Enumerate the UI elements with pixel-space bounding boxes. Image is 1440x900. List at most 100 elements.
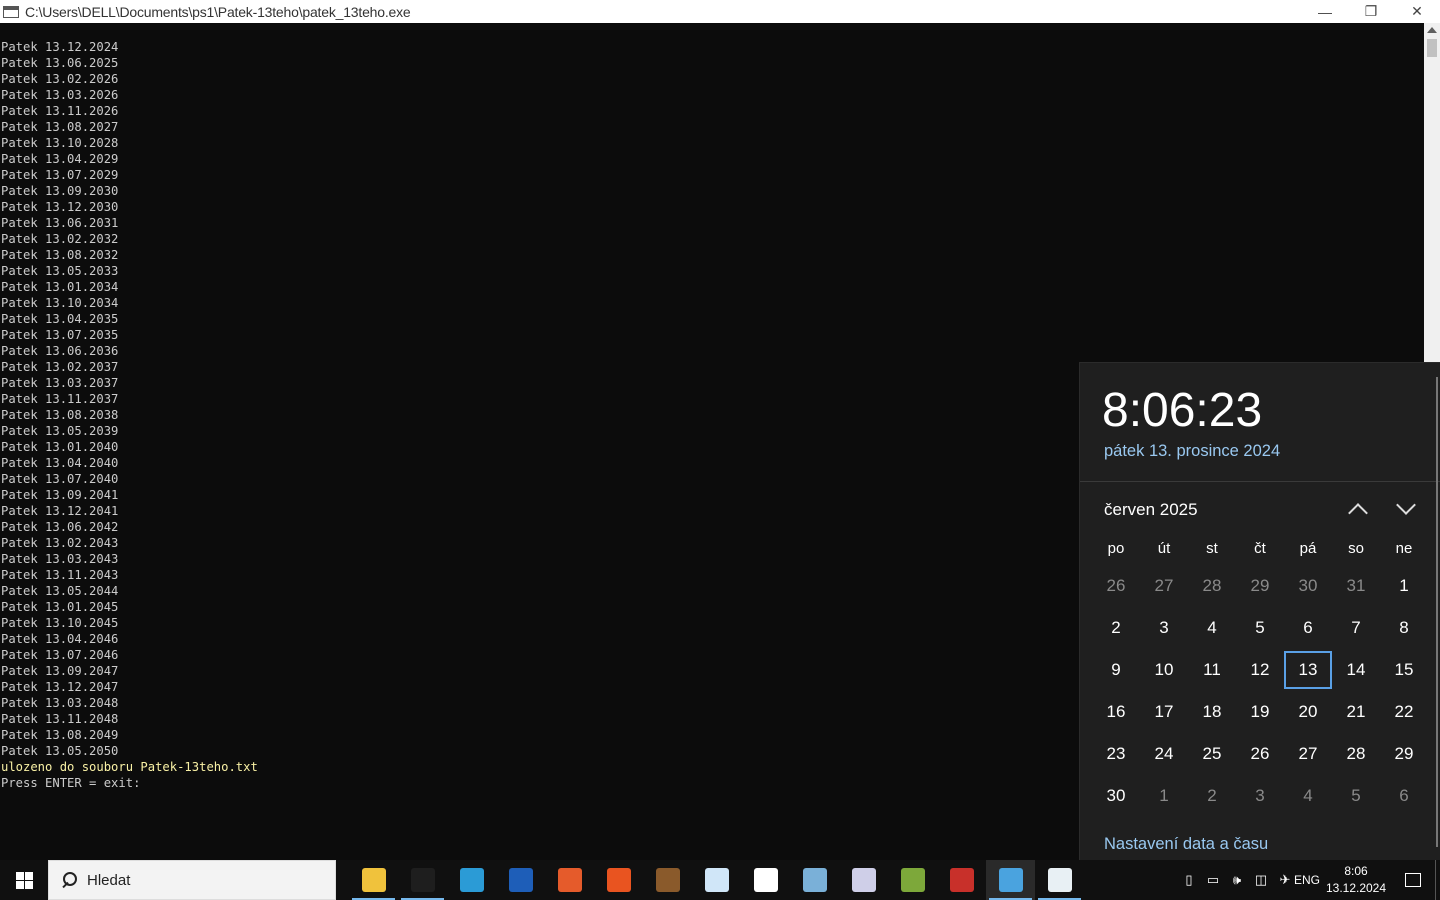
- console-line: Patek 13.02.2032: [1, 232, 119, 246]
- calendar-day[interactable]: 30: [1092, 777, 1140, 815]
- calendar-day[interactable]: 2: [1188, 777, 1236, 815]
- calendar-day[interactable]: 5: [1236, 609, 1284, 647]
- calendar-day[interactable]: 6: [1380, 777, 1428, 815]
- taskbar-app-button[interactable]: [496, 860, 545, 900]
- calendar-day[interactable]: 28: [1332, 735, 1380, 773]
- calendar-day[interactable]: 16: [1092, 693, 1140, 731]
- save-disk-icon: [508, 868, 533, 892]
- red-app-icon: [949, 868, 974, 892]
- next-month-chevron-down-icon[interactable]: [1394, 499, 1418, 519]
- calendar-day[interactable]: 30: [1284, 567, 1332, 605]
- console-line: Patek 13.10.2034: [1, 296, 119, 310]
- show-desktop-button[interactable]: [1435, 860, 1440, 900]
- console-line: Patek 13.07.2029: [1, 168, 119, 182]
- cloud-drive-icon: [704, 868, 729, 892]
- calendar-day[interactable]: 27: [1140, 567, 1188, 605]
- calendar-day[interactable]: 20: [1284, 693, 1332, 731]
- flyout-clock: 8:06:23: [1102, 384, 1263, 437]
- calendar-day[interactable]: 1: [1140, 777, 1188, 815]
- calendar-day[interactable]: 12: [1236, 651, 1284, 689]
- calendar-month-title[interactable]: červen 2025: [1104, 500, 1198, 520]
- close-button[interactable]: ✕: [1394, 0, 1440, 23]
- weekday-label: pá: [1299, 540, 1317, 557]
- taskbar-app-button[interactable]: [741, 860, 790, 900]
- console-line: Patek 13.04.2035: [1, 312, 119, 326]
- action-center-notification-icon[interactable]: [1391, 860, 1435, 900]
- volume-icon[interactable]: 🕪: [1225, 860, 1249, 900]
- flyout-date-link[interactable]: pátek 13. prosince 2024: [1104, 442, 1280, 461]
- calendar-day[interactable]: 17: [1140, 693, 1188, 731]
- calendar-day[interactable]: 4: [1188, 609, 1236, 647]
- taskbar-app-button[interactable]: [986, 860, 1035, 900]
- calendar-day[interactable]: 5: [1332, 777, 1380, 815]
- calendar-week-row: 26 27 28 29 30 31 1: [1092, 565, 1428, 607]
- console-line: Patek 13.08.2027: [1, 120, 119, 134]
- taskbar-app-button[interactable]: [839, 860, 888, 900]
- taskbar-app-button[interactable]: [545, 860, 594, 900]
- flyout-scrollbar[interactable]: [1436, 377, 1438, 847]
- calendar-day[interactable]: 4: [1284, 777, 1332, 815]
- calendar-day[interactable]: 1: [1380, 567, 1428, 605]
- calendar-day[interactable]: 27: [1284, 735, 1332, 773]
- calendar-day[interactable]: 19: [1236, 693, 1284, 731]
- calendar-day[interactable]: 23: [1092, 735, 1140, 773]
- taskbar-app-button[interactable]: [643, 860, 692, 900]
- taskbar-app-button[interactable]: [447, 860, 496, 900]
- battery-icon[interactable]: ▭: [1201, 860, 1225, 900]
- calendar-day[interactable]: 26: [1236, 735, 1284, 773]
- taskbar-app-button[interactable]: [398, 860, 447, 900]
- calendar-day[interactable]: 28: [1188, 567, 1236, 605]
- calendar-day[interactable]: 24: [1140, 735, 1188, 773]
- taskbar-clock[interactable]: 8:06 13.12.2024: [1321, 863, 1391, 897]
- calendar-day[interactable]: 3: [1236, 777, 1284, 815]
- maximize-button[interactable]: ❐: [1348, 0, 1394, 23]
- calendar-day[interactable]: 26: [1092, 567, 1140, 605]
- calendar-day[interactable]: 14: [1332, 651, 1380, 689]
- calendar-day[interactable]: 7: [1332, 609, 1380, 647]
- console-line: Patek 13.06.2025: [1, 56, 119, 70]
- window-title: C:\Users\DELL\Documents\ps1\Patek-13teho…: [25, 3, 411, 20]
- calendar-day[interactable]: 25: [1188, 735, 1236, 773]
- calendar-day[interactable]: 15: [1380, 651, 1428, 689]
- date-time-settings-link[interactable]: Nastavení data a času: [1104, 835, 1268, 854]
- taskbar-app-button[interactable]: [888, 860, 937, 900]
- taskbar-app-button[interactable]: [594, 860, 643, 900]
- start-button[interactable]: [0, 860, 48, 900]
- calendar-day[interactable]: 10: [1140, 651, 1188, 689]
- calendar-day[interactable]: 29: [1236, 567, 1284, 605]
- taskbar-app-button[interactable]: [349, 860, 398, 900]
- console-app-icon: [3, 5, 19, 18]
- taskbar-app-button[interactable]: [692, 860, 741, 900]
- calendar-day[interactable]: 3: [1140, 609, 1188, 647]
- taskbar-search-box[interactable]: Hledat: [48, 860, 336, 900]
- calendar-day[interactable]: 8: [1380, 609, 1428, 647]
- console-line: Patek 13.10.2028: [1, 136, 119, 150]
- usb-device-icon[interactable]: ▯: [1177, 860, 1201, 900]
- console-window-icon: [1047, 868, 1072, 892]
- calendar-day[interactable]: 21: [1332, 693, 1380, 731]
- calendar-day[interactable]: 2: [1092, 609, 1140, 647]
- console-line: Patek 13.09.2030: [1, 184, 119, 198]
- console-line: Patek 13.03.2026: [1, 88, 119, 102]
- taskbar-app-button[interactable]: [1035, 860, 1084, 900]
- taskbar-app-button[interactable]: [790, 860, 839, 900]
- calendar-day-today[interactable]: 13: [1284, 651, 1332, 689]
- calendar-day[interactable]: 18: [1188, 693, 1236, 731]
- calendar-day[interactable]: 22: [1380, 693, 1428, 731]
- calendar-day[interactable]: 29: [1380, 735, 1428, 773]
- calendar-day[interactable]: 31: [1332, 567, 1380, 605]
- previous-month-chevron-up-icon[interactable]: [1346, 499, 1370, 519]
- calendar-day[interactable]: 6: [1284, 609, 1332, 647]
- scroll-thumb[interactable]: [1427, 39, 1437, 57]
- console-line: Patek 13.08.2032: [1, 248, 119, 262]
- media-player-icon: [900, 868, 925, 892]
- security-center-icon[interactable]: ◫: [1249, 860, 1273, 900]
- minimize-button[interactable]: —: [1302, 0, 1348, 23]
- scroll-up-arrow-icon[interactable]: [1427, 27, 1437, 33]
- input-language-indicator[interactable]: ENG: [1294, 860, 1321, 900]
- taskbar-app-button[interactable]: [937, 860, 986, 900]
- console-line: Patek 13.06.2036: [1, 344, 119, 358]
- calendar-day[interactable]: 9: [1092, 651, 1140, 689]
- weekday-label: ne: [1395, 540, 1413, 557]
- calendar-day[interactable]: 11: [1188, 651, 1236, 689]
